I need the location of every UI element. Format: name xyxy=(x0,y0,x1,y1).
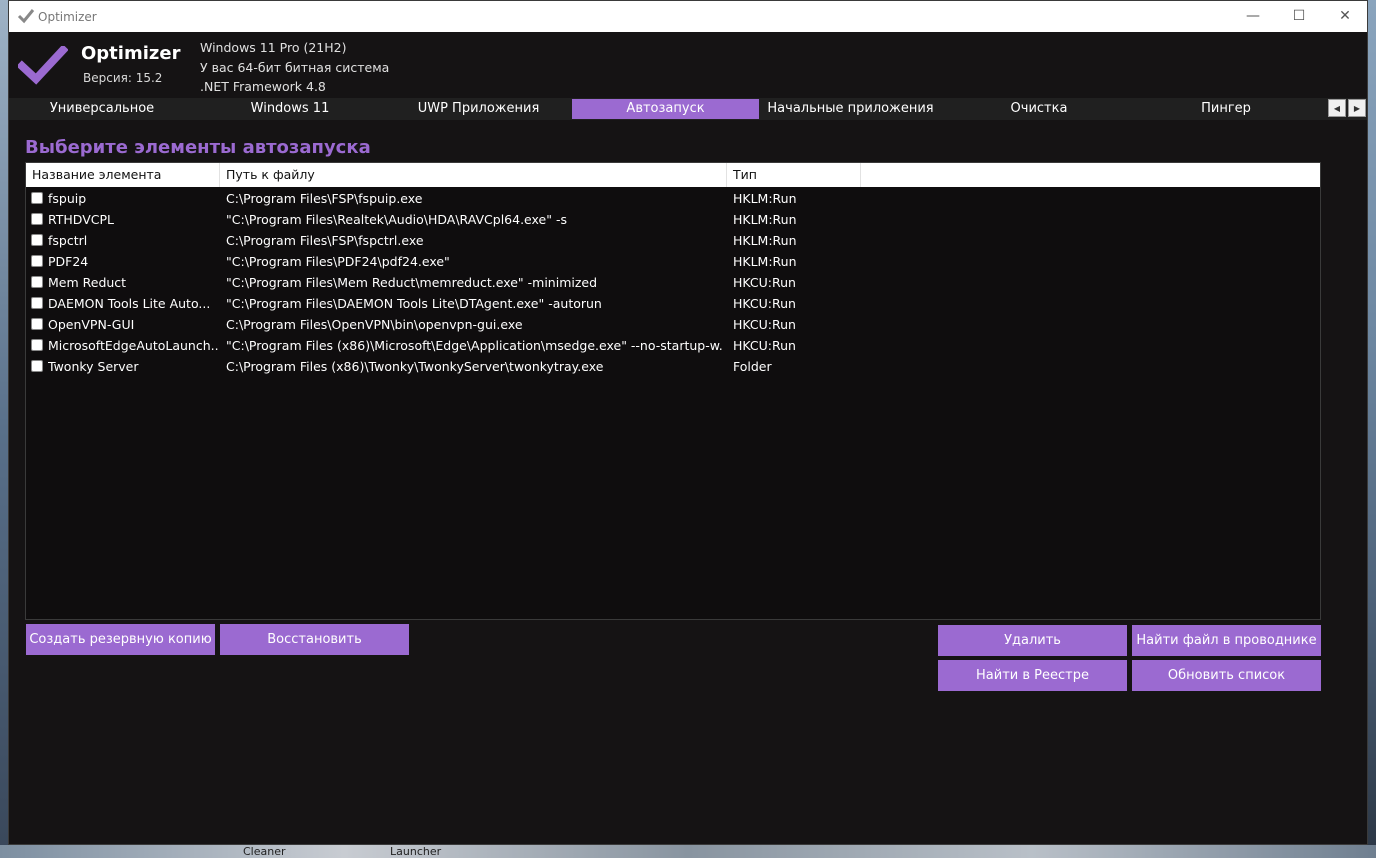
item-name: DAEMON Tools Lite Auto... xyxy=(48,296,211,311)
list-header: Название элемента Путь к файлу Тип xyxy=(26,163,1320,187)
item-checkbox[interactable] xyxy=(31,318,43,330)
item-path: C:\Program Files\FSP\fspctrl.exe xyxy=(226,233,424,248)
item-name: OpenVPN-GUI xyxy=(48,317,135,332)
list-item[interactable]: fspuip C:\Program Files\FSP\fspuip.exe H… xyxy=(26,188,1320,209)
column-header-path[interactable]: Путь к файлу xyxy=(220,163,727,187)
item-type: Folder xyxy=(733,359,772,374)
list-item[interactable]: PDF24 "C:\Program Files\PDF24\pdf24.exe"… xyxy=(26,251,1320,272)
system-info: Windows 11 Pro (21H2) У вас 64-бит битна… xyxy=(200,38,389,97)
tab-pinger[interactable]: Пингер xyxy=(1136,99,1316,119)
list-item[interactable]: Twonky Server C:\Program Files (x86)\Two… xyxy=(26,356,1320,377)
item-path: "C:\Program Files\DAEMON Tools Lite\DTAg… xyxy=(226,296,602,311)
item-name: PDF24 xyxy=(48,254,89,269)
minimize-button[interactable]: — xyxy=(1231,5,1275,27)
list-item[interactable]: Mem Reduct "C:\Program Files\Mem Reduct\… xyxy=(26,272,1320,293)
window-title: Optimizer xyxy=(38,10,97,24)
item-type: HKCU:Run xyxy=(733,296,796,311)
list-item[interactable]: fspctrl C:\Program Files\FSP\fspctrl.exe… xyxy=(26,230,1320,251)
chevron-right-icon[interactable]: ▶ xyxy=(1348,99,1366,117)
item-name: MicrosoftEdgeAutoLaunch... xyxy=(48,338,218,353)
item-name: Twonky Server xyxy=(48,359,139,374)
column-header-type[interactable]: Тип xyxy=(727,163,861,187)
item-checkbox[interactable] xyxy=(31,339,43,351)
item-path: C:\Program Files (x86)\Twonky\TwonkyServ… xyxy=(226,359,604,374)
item-path: C:\Program Files\FSP\fspuip.exe xyxy=(226,191,423,206)
delete-button[interactable]: Удалить xyxy=(938,625,1127,656)
app-header: Optimizer Версия: 15.2 Windows 11 Pro (2… xyxy=(9,32,1367,95)
arch-info: У вас 64-бит битная система xyxy=(200,59,390,75)
item-checkbox[interactable] xyxy=(31,192,43,204)
app-name: Optimizer xyxy=(81,43,181,64)
tab-windows-11[interactable]: Windows 11 xyxy=(195,99,385,119)
tab-startup-apps[interactable]: Начальные приложения xyxy=(759,99,942,119)
maximize-button[interactable]: ☐ xyxy=(1277,5,1321,27)
title-bar[interactable]: Optimizer — ☐ ✕ xyxy=(9,1,1367,32)
item-type: HKCU:Run xyxy=(733,317,796,332)
item-type: HKLM:Run xyxy=(733,233,797,248)
item-checkbox[interactable] xyxy=(31,360,43,372)
column-header-name[interactable]: Название элемента xyxy=(26,163,220,187)
list-item[interactable]: RTHDVCPL "C:\Program Files\Realtek\Audio… xyxy=(26,209,1320,230)
item-type: HKLM:Run xyxy=(733,191,797,206)
chevron-left-icon[interactable]: ◀ xyxy=(1328,99,1346,117)
desktop-icon-label: Launcher xyxy=(390,845,442,858)
item-name: fspuip xyxy=(48,191,87,206)
close-button[interactable]: ✕ xyxy=(1323,5,1367,27)
item-path: "C:\Program Files\Realtek\Audio\HDA\RAVC… xyxy=(226,212,567,227)
item-checkbox[interactable] xyxy=(31,255,43,267)
item-path: C:\Program Files\OpenVPN\bin\openvpn-gui… xyxy=(226,317,523,332)
tab-bar: Универсальное Windows 11 UWP Приложения … xyxy=(9,98,1367,120)
desktop-taskbar-strip: Cleaner Launcher xyxy=(0,845,1376,858)
item-path: "C:\Program Files (x86)\Microsoft\Edge\A… xyxy=(226,338,722,353)
tab-cleanup[interactable]: Очистка xyxy=(942,99,1136,119)
tab-scroll: ◀ ▶ xyxy=(1328,99,1366,117)
autostart-list[interactable]: Название элемента Путь к файлу Тип fspui… xyxy=(25,162,1321,620)
checkmark-logo-icon xyxy=(18,46,68,85)
framework-info: .NET Framework 4.8 xyxy=(200,79,326,94)
item-name: fspctrl xyxy=(48,233,88,248)
backup-button[interactable]: Создать резервную копию xyxy=(26,624,215,655)
item-type: HKLM:Run xyxy=(733,212,797,227)
item-checkbox[interactable] xyxy=(31,276,43,288)
page-title: Выберите элементы автозапуска xyxy=(25,137,371,158)
item-checkbox[interactable] xyxy=(31,297,43,309)
find-in-explorer-button[interactable]: Найти файл в проводнике xyxy=(1132,625,1321,656)
os-version: Windows 11 Pro (21H2) xyxy=(200,40,347,55)
list-item[interactable]: DAEMON Tools Lite Auto... "C:\Program Fi… xyxy=(26,293,1320,314)
item-name: Mem Reduct xyxy=(48,275,127,290)
item-path: "C:\Program Files\PDF24\pdf24.exe" xyxy=(226,254,450,269)
item-checkbox[interactable] xyxy=(31,213,43,225)
item-name: RTHDVCPL xyxy=(48,212,114,227)
item-type: HKCU:Run xyxy=(733,275,796,290)
app-version: Версия: 15.2 xyxy=(83,71,163,85)
tab-autostart[interactable]: Автозапуск xyxy=(572,99,759,119)
app-window: Optimizer — ☐ ✕ Optimizer Версия: 15.2 W… xyxy=(8,0,1368,845)
refresh-list-button[interactable]: Обновить список xyxy=(1132,660,1321,691)
restore-button[interactable]: Восстановить xyxy=(220,624,409,655)
list-item[interactable]: MicrosoftEdgeAutoLaunch... "C:\Program F… xyxy=(26,335,1320,356)
item-path: "C:\Program Files\Mem Reduct\memreduct.e… xyxy=(226,275,598,290)
list-item[interactable]: OpenVPN-GUI C:\Program Files\OpenVPN\bin… xyxy=(26,314,1320,335)
find-in-registry-button[interactable]: Найти в Реестре xyxy=(938,660,1127,691)
desktop-icon-label: Cleaner xyxy=(243,845,286,858)
tab-universal[interactable]: Универсальное xyxy=(9,99,195,119)
item-checkbox[interactable] xyxy=(31,234,43,246)
checkmark-icon xyxy=(17,9,35,24)
tab-uwp-apps[interactable]: UWP Приложения xyxy=(385,99,572,119)
item-type: HKLM:Run xyxy=(733,254,797,269)
item-type: HKCU:Run xyxy=(733,338,796,353)
